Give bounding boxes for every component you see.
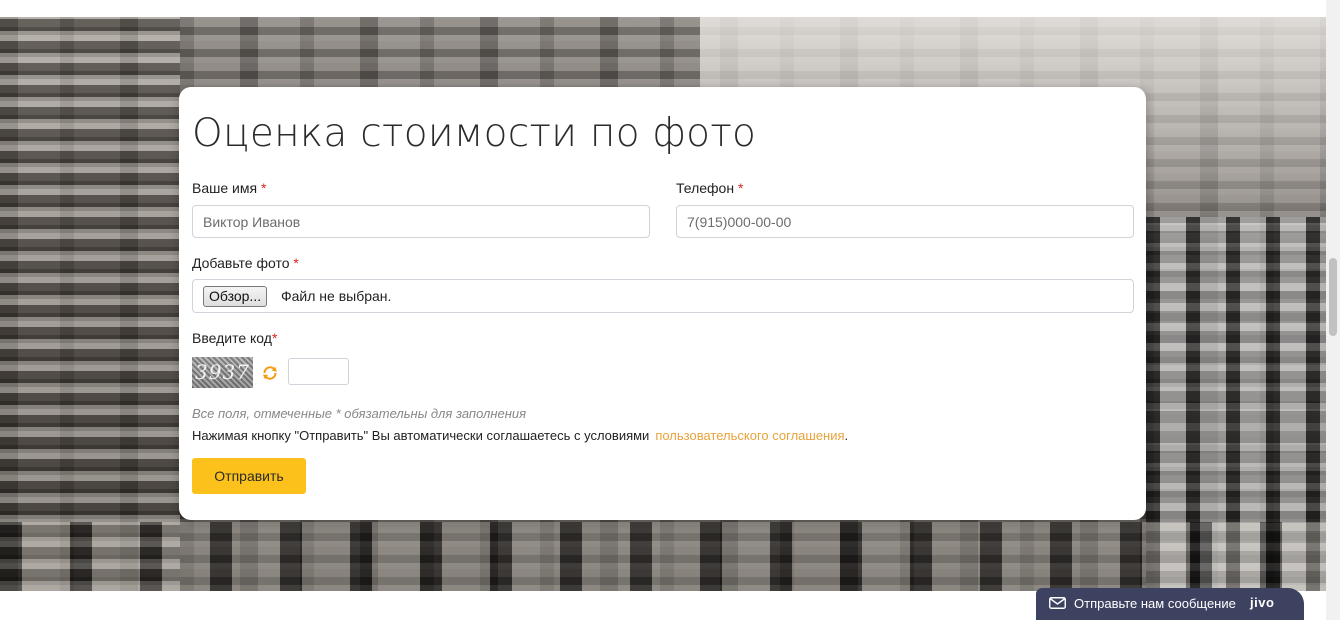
- page-scrollbar[interactable]: [1326, 0, 1340, 620]
- required-marker: *: [293, 255, 299, 271]
- required-marker: *: [260, 180, 267, 196]
- chat-widget[interactable]: Отправьте нам сообщение jivo: [1036, 588, 1304, 620]
- phone-label-text: Телефон: [676, 180, 735, 196]
- top-bar: [0, 0, 1340, 17]
- file-status: Файл не выбран.: [281, 288, 392, 304]
- name-label: Ваше имя *: [192, 180, 266, 196]
- name-input[interactable]: [192, 205, 650, 238]
- pallet-stack-bottom: [0, 522, 1326, 591]
- name-label-text: Ваше имя: [192, 180, 258, 196]
- estimate-form-card: Оценка стоимости по фото Ваше имя * Теле…: [179, 87, 1146, 520]
- user-agreement-link[interactable]: пользовательского соглашения: [655, 428, 844, 443]
- required-note: Все поля, отмеченные * обязательны для з…: [192, 406, 527, 421]
- jivo-logo: jivo: [1250, 595, 1275, 610]
- mail-icon: [1049, 597, 1066, 609]
- agreement-text: Нажимая кнопку "Отправить" Вы автоматиче…: [192, 428, 848, 443]
- required-marker: *: [737, 180, 744, 196]
- captcha-image: 3937: [192, 357, 253, 388]
- pallet-stack-left: [0, 17, 180, 591]
- browse-button[interactable]: Обзор...: [203, 286, 268, 307]
- form-title: Оценка стоимости по фото: [192, 111, 757, 156]
- captcha-label-text: Введите код: [192, 330, 272, 346]
- captcha-input[interactable]: [288, 358, 349, 385]
- submit-button[interactable]: Отправить: [192, 458, 306, 494]
- chat-widget-label: Отправьте нам сообщение: [1074, 596, 1236, 611]
- phone-input[interactable]: [676, 205, 1134, 238]
- refresh-icon[interactable]: [262, 365, 278, 381]
- photo-file-input[interactable]: Обзор... Файл не выбран.: [192, 279, 1134, 313]
- photo-label: Добавьте фото *: [192, 255, 299, 271]
- photo-label-text: Добавьте фото: [192, 255, 290, 271]
- phone-label: Телефон *: [676, 180, 743, 196]
- required-marker: *: [271, 330, 278, 346]
- captcha-label: Введите код*: [192, 330, 277, 346]
- agreement-text-body: Нажимая кнопку "Отправить" Вы автоматиче…: [192, 428, 650, 443]
- agreement-text-end: .: [844, 428, 849, 443]
- scrollbar-thumb[interactable]: [1329, 258, 1337, 336]
